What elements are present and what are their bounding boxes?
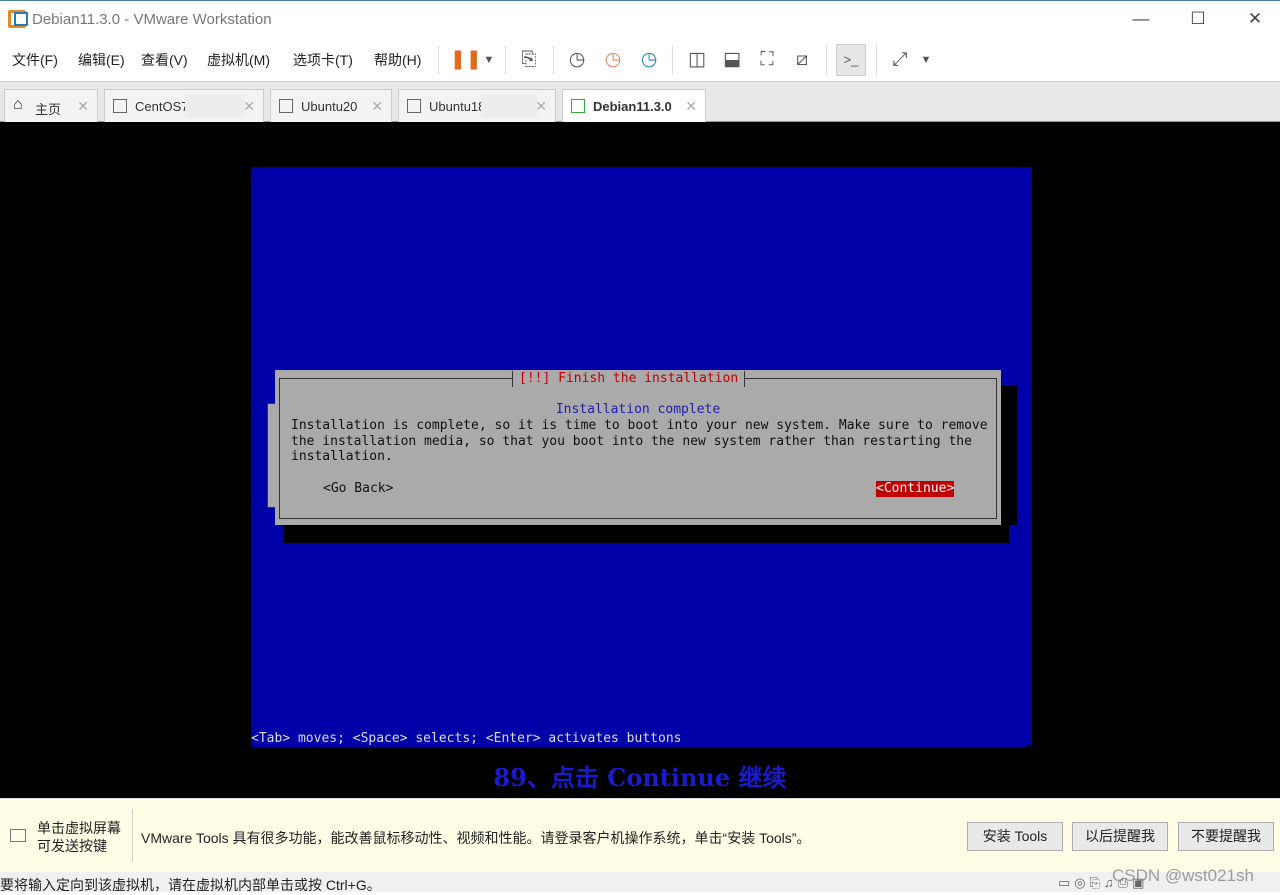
continue-button[interactable]: <Continue> [876,481,955,497]
tab-label: Ubuntu20 [301,99,358,114]
vmware-tools-notification: 单击虚拟屏幕 可发送按键 VMware Tools 具有很多功能，能改善鼠标移动… [0,798,1280,872]
remind-later-button[interactable]: 以后提醒我 [1072,822,1168,851]
close-icon[interactable]: ✕ [685,98,697,115]
watermark: CSDN @wst021sh [1112,866,1254,885]
power-dropdown-icon[interactable]: ▼ [476,47,502,73]
full-screen-icon[interactable]: ⛶ [754,47,780,73]
keyboard-icon [10,829,26,842]
menu-bar: 文件(F) 编辑(E) 查看(V) 虚拟机(M) 选项卡(T) 帮助(H) ❚❚… [0,37,1280,82]
snapshot-icon[interactable]: ◷ [564,47,590,73]
menu-file[interactable]: 文件(F) [12,50,58,70]
caption: 89、点击 Continue 继续 [493,763,787,792]
tab-label: 主页 [35,102,62,117]
tab-label: CentOS7 [135,99,189,114]
maximize-button[interactable]: ☐ [1183,9,1213,29]
menu-edit[interactable]: 编辑(E) [78,50,125,70]
thumbnail-view-icon[interactable]: ⬓ [719,47,745,73]
installer-help-line: <Tab> moves; <Space> selects; <Enter> ac… [251,731,1026,747]
minimize-button[interactable]: — [1126,9,1156,29]
menu-help[interactable]: 帮助(H) [374,50,421,70]
menu-tabs[interactable]: 选项卡(T) [293,50,353,70]
never-remind-button[interactable]: 不要提醒我 [1178,822,1274,851]
title-bar: Debian11.3.0 - VMware Workstation — ☐ ✕ [0,0,1280,37]
close-icon[interactable]: ✕ [535,98,547,115]
stretch-dropdown-icon[interactable]: ▼ [913,47,939,73]
tab-centos7[interactable]: CentOS7 ✕ [104,89,264,122]
tab-debian[interactable]: Debian11.3.0 ✕ [562,89,706,122]
close-icon[interactable]: ✕ [371,98,383,115]
tab-ubuntu20[interactable]: Ubuntu20 ✕ [270,89,392,122]
close-icon[interactable]: ✕ [243,98,255,115]
dialog-heading: Installation complete [555,402,721,417]
dialog-title: [!!] Finish the installation [512,371,746,387]
menu-view[interactable]: 查看(V) [141,50,188,70]
snapshot-manager-icon[interactable]: ◷ [636,47,662,73]
go-back-button[interactable]: <Go Back> [323,481,393,497]
vm-icon [407,99,421,113]
window-title: Debian11.3.0 - VMware Workstation [32,11,272,28]
stretch-icon[interactable]: ⤢ [887,47,913,73]
revert-snapshot-icon[interactable]: ◷ [600,47,626,73]
pause-icon[interactable]: ❚❚ [450,47,482,73]
vm-icon [113,99,127,113]
console-view-icon[interactable]: >_ [836,44,866,76]
tab-bar: ⌂ 主页 ✕ CentOS7 ✕ Ubuntu20 ✕ Ubuntu18 ✕ Debian… [0,82,1280,122]
send-ctrl-alt-del-icon[interactable]: ⎘ [516,47,542,73]
library-view-icon[interactable]: ◫ [684,47,710,73]
notification-message: VMware Tools 具有很多功能，能改善鼠标移动性、视频和性能。请登录客户… [141,830,811,846]
dialog-body: Installation is complete, so it is time … [291,418,988,464]
menu-vm[interactable]: 虚拟机(M) [207,50,270,70]
status-text: 要将输入定向到该虚拟机，请在虚拟机内部单击或按 Ctrl+G。 [0,877,381,893]
finish-installation-dialog: [!!] Finish the installation Installatio… [275,370,1001,525]
unity-icon[interactable]: ⧄ [789,47,815,73]
tab-label: Ubuntu18 [429,99,486,114]
dialog-shadow [1001,386,1017,525]
close-button[interactable]: ✕ [1240,9,1270,29]
vmware-logo-icon [8,10,28,28]
tab-home[interactable]: ⌂ 主页 ✕ [4,89,98,122]
tab-label: Debian11.3.0 [593,99,672,114]
click-hint: 单击虚拟屏幕 可发送按键 [37,820,121,854]
close-icon[interactable]: ✕ [77,98,89,115]
install-tools-button[interactable]: 安装 Tools [967,822,1063,851]
vm-icon [279,99,293,113]
vm-running-icon [571,99,585,113]
tab-ubuntu18[interactable]: Ubuntu18 ✕ [398,89,556,122]
status-bar: 要将输入定向到该虚拟机，请在虚拟机内部单击或按 Ctrl+G。 ▭◎⎘♫⎙▣ C… [0,866,1280,893]
dialog-shadow [283,525,1009,543]
